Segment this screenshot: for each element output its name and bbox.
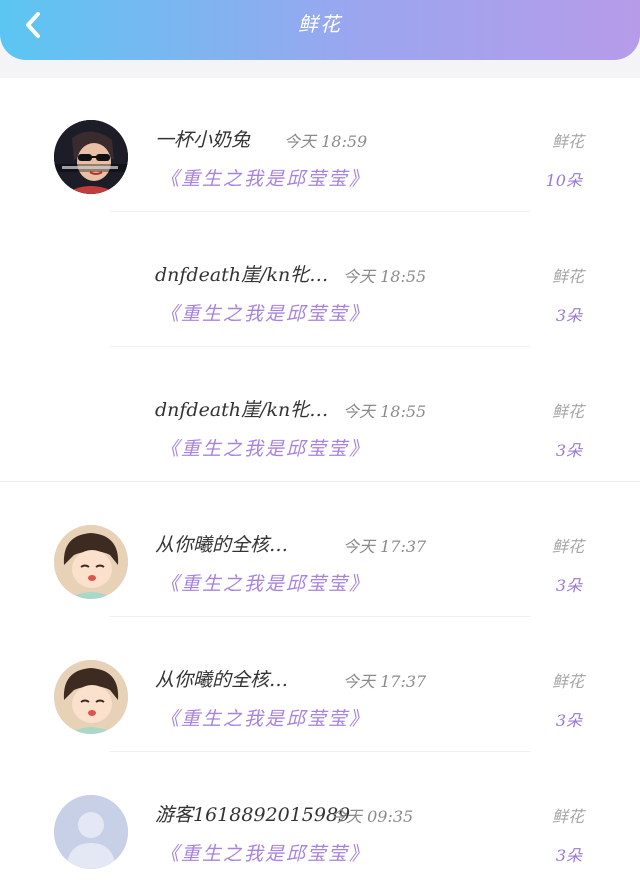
anime-child-avatar (54, 660, 128, 734)
gift-type: 鲜花 (551, 402, 584, 421)
divider (110, 211, 530, 212)
list-item[interactable]: 从你曦的全核… 今天 17:37 鲜花 《重生之我是邱莹莹》 3朵 (0, 618, 640, 753)
gift-type: 鲜花 (551, 132, 584, 151)
send-time: 今天 09:35 (330, 807, 414, 826)
list-item[interactable]: 游客1618892015989 今天 09:35 鲜花 《重生之我是邱莹莹》 3… (0, 753, 640, 888)
user-avatar[interactable] (54, 525, 128, 599)
gift-count: 3朵 (555, 441, 582, 460)
sender-name[interactable]: dnfdeath崖/kn牝… (155, 260, 328, 287)
user-avatar[interactable] (54, 120, 128, 194)
send-time: 今天 18:59 (284, 132, 368, 151)
gift-type: 鲜花 (551, 807, 584, 826)
list-item[interactable]: 从你曦的全核… 今天 17:37 鲜花 《重生之我是邱莹莹》 3朵 (0, 483, 640, 618)
user-avatar[interactable] (54, 795, 128, 869)
gift-count: 3朵 (555, 846, 582, 865)
page-title: 鲜花 (298, 12, 342, 36)
divider (110, 751, 530, 752)
book-title[interactable]: 《重生之我是邱莹莹》 (160, 839, 370, 866)
gift-count: 3朵 (555, 576, 582, 595)
gift-count: 3朵 (555, 711, 582, 730)
list-item[interactable]: dnfdeath崖/kn牝… 今天 18:55 鲜花 《重生之我是邱莹莹》 3朵 (0, 348, 640, 483)
default-user-avatar (54, 795, 128, 869)
gift-type: 鲜花 (551, 537, 584, 556)
gift-count: 10朵 (545, 171, 582, 190)
send-time: 今天 18:55 (343, 402, 427, 421)
divider (110, 616, 530, 617)
gift-count: 3朵 (555, 306, 582, 325)
divider (110, 346, 530, 347)
gift-type: 鲜花 (551, 267, 584, 286)
send-time: 今天 17:37 (343, 537, 427, 556)
book-title[interactable]: 《重生之我是邱莹莹》 (160, 434, 370, 461)
send-time: 今天 17:37 (343, 672, 427, 691)
book-title[interactable]: 《重生之我是邱莹莹》 (160, 299, 370, 326)
book-title[interactable]: 《重生之我是邱莹莹》 (160, 164, 370, 191)
sender-name[interactable]: 一杯小奶兔 (155, 125, 250, 152)
sunglasses-character-avatar (54, 120, 128, 194)
sender-name[interactable]: 从你曦的全核… (155, 530, 288, 557)
divider (0, 481, 640, 482)
send-time: 今天 18:55 (343, 267, 427, 286)
sender-name[interactable]: 游客1618892015989 (155, 800, 350, 827)
book-title[interactable]: 《重生之我是邱莹莹》 (160, 569, 370, 596)
user-avatar[interactable] (54, 660, 128, 734)
anime-child-avatar (54, 525, 128, 599)
app-header: 鲜花 (0, 0, 640, 60)
sender-name[interactable]: dnfdeath崖/kn牝… (155, 395, 328, 422)
flower-record-list: 一杯小奶兔 今天 18:59 鲜花 《重生之我是邱莹莹》 10朵 dnfdeat… (0, 78, 640, 888)
list-item[interactable]: dnfdeath崖/kn牝… 今天 18:55 鲜花 《重生之我是邱莹莹》 3朵 (0, 213, 640, 348)
gift-type: 鲜花 (551, 672, 584, 691)
sender-name[interactable]: 从你曦的全核… (155, 665, 288, 692)
list-item[interactable]: 一杯小奶兔 今天 18:59 鲜花 《重生之我是邱莹莹》 10朵 (0, 78, 640, 213)
book-title[interactable]: 《重生之我是邱莹莹》 (160, 704, 370, 731)
